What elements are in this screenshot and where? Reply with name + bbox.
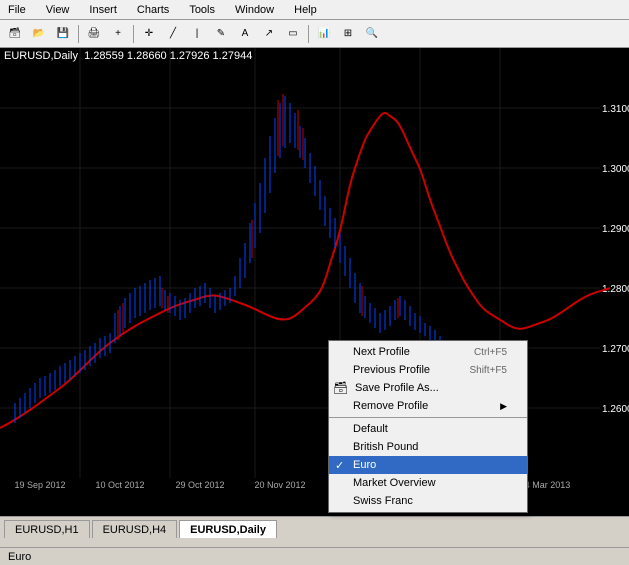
ctx-previous-profile-label: Previous Profile — [353, 364, 430, 376]
context-menu: Next Profile Ctrl+F5 Previous Profile Sh… — [328, 340, 528, 513]
tb-new-chart[interactable]: 🗃 — [4, 23, 26, 45]
tb-save[interactable]: 💾 — [52, 23, 74, 45]
svg-text:1.3000: 1.3000 — [602, 164, 629, 175]
ctx-save-profile-icon: 🗃 — [333, 381, 348, 395]
ctx-remove-profile-label: Remove Profile — [353, 400, 428, 412]
menu-help[interactable]: Help — [290, 3, 321, 17]
svg-text:1.2900: 1.2900 — [602, 224, 629, 235]
ctx-remove-profile-arrow: ▶ — [500, 401, 507, 412]
tb-sep2 — [133, 25, 134, 43]
tb-zoom-in[interactable]: + — [107, 23, 129, 45]
ctx-default[interactable]: Default — [329, 420, 527, 438]
chart-svg: 1.3100 1.3000 1.2900 1.2800 1.2700 1.260… — [0, 48, 629, 493]
statusbar: Euro — [0, 547, 629, 565]
ctx-british-pound-label: British Pound — [353, 441, 418, 453]
svg-text:1.2700: 1.2700 — [602, 344, 629, 355]
ctx-market-overview-label: Market Overview — [353, 477, 436, 489]
ctx-next-profile[interactable]: Next Profile Ctrl+F5 — [329, 343, 527, 361]
tb-template[interactable]: ⊞ — [337, 23, 359, 45]
ctx-euro[interactable]: ✓ Euro — [329, 456, 527, 474]
ctx-swiss-franc-label: Swiss Franc — [353, 495, 413, 507]
statusbar-text: Euro — [8, 551, 31, 563]
tb-sep3 — [308, 25, 309, 43]
tb-draw[interactable]: ✎ — [210, 23, 232, 45]
menu-window[interactable]: Window — [231, 3, 278, 17]
svg-text:1.2600: 1.2600 — [602, 404, 629, 415]
tb-indicator[interactable]: 📊 — [313, 23, 335, 45]
menu-file[interactable]: File — [4, 3, 30, 17]
ctx-remove-profile[interactable]: Remove Profile ▶ — [329, 397, 527, 415]
menubar: File View Insert Charts Tools Window Hel… — [0, 0, 629, 20]
main-window: EURUSD,Daily 1.28559 1.28660 1.27926 1.2… — [0, 48, 629, 538]
ctx-save-profile-as[interactable]: 🗃 Save Profile As... — [329, 379, 527, 397]
ctx-next-profile-shortcut: Ctrl+F5 — [474, 347, 507, 358]
ctx-euro-label: Euro — [353, 459, 376, 471]
toolbar: 🗃 📂 💾 🖨 + ✛ ╱ | ✎ A ↗ ▭ 📊 ⊞ 🔍 — [0, 20, 629, 48]
ctx-swiss-franc[interactable]: Swiss Franc — [329, 492, 527, 510]
tab-eurusd-h4[interactable]: EURUSD,H4 — [92, 520, 178, 538]
ctx-separator — [329, 417, 527, 418]
tb-crosshair[interactable]: ✛ — [138, 23, 160, 45]
tb-rect[interactable]: ▭ — [282, 23, 304, 45]
tab-bar: EURUSD,H1 EURUSD,H4 EURUSD,Daily — [0, 516, 629, 538]
tb-arrow[interactable]: ↗ — [258, 23, 280, 45]
svg-text:1.3100: 1.3100 — [602, 104, 629, 115]
ctx-market-overview[interactable]: Market Overview — [329, 474, 527, 492]
ctx-default-label: Default — [353, 423, 388, 435]
chart-values: 1.28559 1.28660 1.27926 1.27944 — [84, 50, 252, 62]
tb-period-sep[interactable]: | — [186, 23, 208, 45]
svg-text:20 Nov 2012: 20 Nov 2012 — [254, 480, 305, 490]
tb-line[interactable]: ╱ — [162, 23, 184, 45]
ctx-british-pound[interactable]: British Pound — [329, 438, 527, 456]
svg-text:19 Sep 2012: 19 Sep 2012 — [14, 480, 65, 490]
tab-eurusd-daily[interactable]: EURUSD,Daily — [179, 520, 277, 538]
chart-area[interactable]: EURUSD,Daily 1.28559 1.28660 1.27926 1.2… — [0, 48, 629, 516]
menu-insert[interactable]: Insert — [85, 3, 121, 17]
ctx-previous-profile-shortcut: Shift+F5 — [469, 365, 507, 376]
svg-text:29 Oct 2012: 29 Oct 2012 — [175, 480, 224, 490]
tb-zoom-out[interactable]: 🔍 — [361, 23, 383, 45]
tb-text[interactable]: A — [234, 23, 256, 45]
ctx-save-profile-as-label: Save Profile As... — [355, 382, 439, 394]
tb-sep1 — [78, 25, 79, 43]
tb-print[interactable]: 🖨 — [83, 23, 105, 45]
tb-open[interactable]: 📂 — [28, 23, 50, 45]
menu-view[interactable]: View — [42, 3, 74, 17]
menu-tools[interactable]: Tools — [185, 3, 219, 17]
svg-text:10 Oct 2012: 10 Oct 2012 — [95, 480, 144, 490]
ctx-euro-check: ✓ — [335, 459, 344, 472]
tab-eurusd-h1[interactable]: EURUSD,H1 — [4, 520, 90, 538]
chart-header: EURUSD,Daily 1.28559 1.28660 1.27926 1.2… — [4, 50, 252, 62]
ctx-next-profile-label: Next Profile — [353, 346, 410, 358]
menu-charts[interactable]: Charts — [133, 3, 173, 17]
chart-symbol: EURUSD,Daily — [4, 50, 78, 62]
ctx-previous-profile[interactable]: Previous Profile Shift+F5 — [329, 361, 527, 379]
